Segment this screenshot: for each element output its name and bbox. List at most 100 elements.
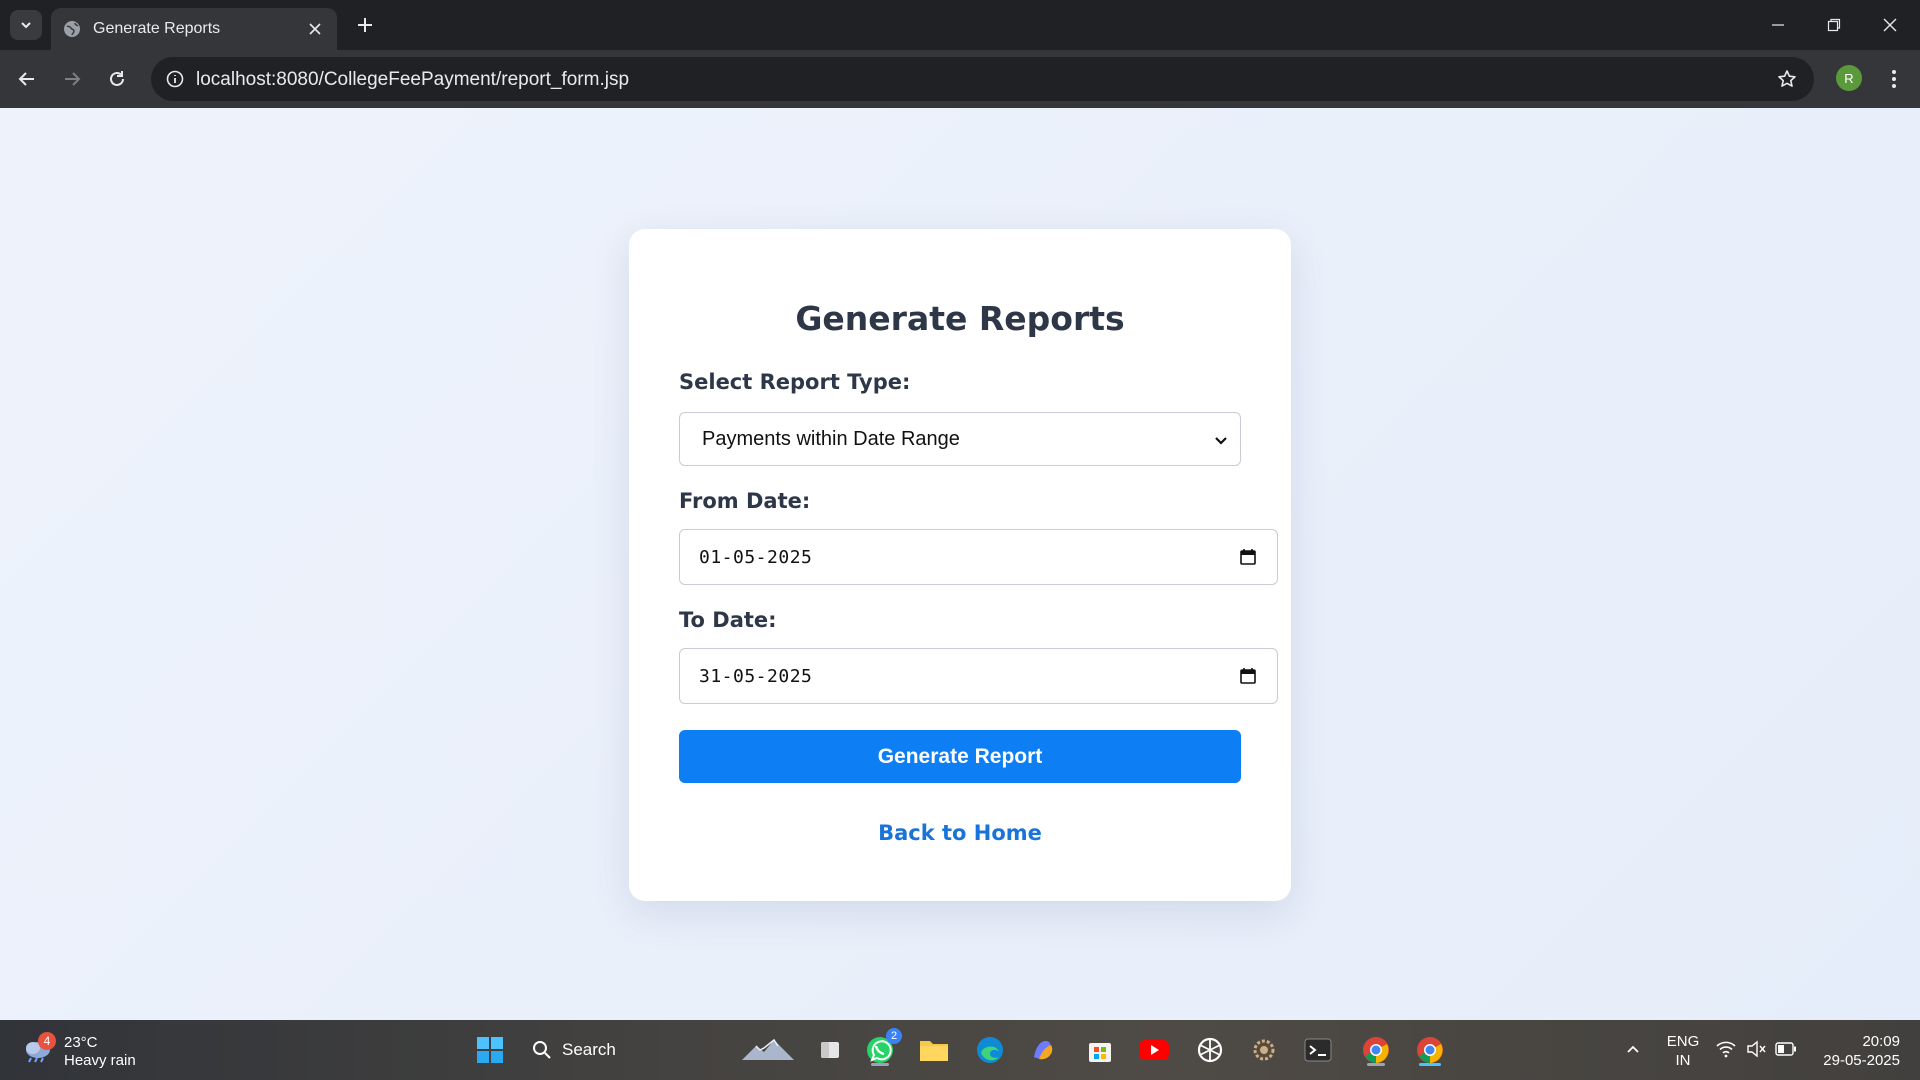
weather-description: Heavy rain bbox=[64, 1052, 136, 1069]
reload-button[interactable] bbox=[98, 60, 136, 98]
browser-menu-button[interactable] bbox=[1880, 64, 1908, 94]
chevron-down-icon bbox=[21, 22, 31, 29]
restore-button[interactable] bbox=[1806, 0, 1862, 50]
weather-widget[interactable]: 4 23°C Heavy rain bbox=[22, 1028, 162, 1072]
copilot-icon bbox=[1034, 1041, 1053, 1060]
tab-title: Generate Reports bbox=[93, 20, 221, 37]
forward-button[interactable] bbox=[53, 60, 91, 98]
chrome-icon bbox=[1417, 1037, 1443, 1063]
browser-tab[interactable]: Generate Reports bbox=[51, 8, 337, 50]
restore-icon bbox=[1827, 18, 1841, 32]
back-to-home-link[interactable]: Back to Home bbox=[629, 821, 1291, 845]
chevron-down-icon bbox=[1215, 437, 1227, 445]
running-indicator bbox=[871, 1063, 889, 1066]
report-form-card: Generate Reports Select Report Type: Pay… bbox=[629, 229, 1291, 901]
arrow-left-icon bbox=[18, 72, 34, 86]
notification-badge: 2 bbox=[886, 1028, 902, 1044]
generate-report-button[interactable]: Generate Report bbox=[679, 730, 1241, 783]
close-window-button[interactable] bbox=[1862, 0, 1918, 50]
reload-icon bbox=[110, 71, 124, 86]
clock-time: 20:09 bbox=[1862, 1033, 1900, 1050]
search-placeholder: Search bbox=[562, 1040, 616, 1059]
clock-date: 29-05-2025 bbox=[1823, 1052, 1900, 1069]
chatgpt-icon bbox=[1197, 1037, 1223, 1063]
url-text[interactable]: localhost:8080/CollegeFeePayment/report_… bbox=[196, 69, 629, 91]
chrome-icon bbox=[1363, 1037, 1389, 1063]
globe-icon bbox=[64, 21, 80, 37]
taskbar-search[interactable]: Search bbox=[532, 1032, 692, 1068]
language-indicator[interactable]: ENG IN bbox=[1663, 1032, 1703, 1070]
from-date-value: 01-05-2025 bbox=[699, 547, 813, 568]
mountain-icon bbox=[742, 1038, 794, 1060]
arrow-right-icon bbox=[65, 72, 81, 86]
address-bar[interactable]: localhost:8080/CollegeFeePayment/report_… bbox=[151, 57, 1814, 101]
active-indicator bbox=[1419, 1063, 1441, 1066]
browser-titlebar: Generate Reports bbox=[0, 0, 1920, 50]
more-vertical-icon bbox=[1892, 70, 1896, 88]
wifi-icon bbox=[1716, 1041, 1736, 1058]
bookmark-button[interactable] bbox=[1774, 66, 1800, 92]
to-date-label: To Date: bbox=[679, 608, 777, 632]
task-view-icon bbox=[821, 1042, 839, 1058]
close-icon bbox=[309, 23, 321, 35]
battery-status[interactable] bbox=[1775, 1038, 1797, 1060]
weather-temperature: 23°C bbox=[64, 1034, 98, 1051]
language-code: ENG bbox=[1666, 1033, 1700, 1050]
page-viewport: Generate Reports Select Report Type: Pay… bbox=[0, 108, 1920, 1020]
system-clock[interactable]: 20:09 29-05-2025 bbox=[1810, 1032, 1900, 1070]
calendar-icon[interactable] bbox=[1239, 548, 1257, 566]
terminal-icon bbox=[1304, 1038, 1332, 1062]
weather-alert-badge: 4 bbox=[38, 1032, 56, 1050]
microsoft-store-app[interactable] bbox=[1082, 1032, 1118, 1068]
close-icon bbox=[1883, 18, 1897, 32]
volume-muted-icon bbox=[1747, 1040, 1766, 1058]
from-date-label: From Date: bbox=[679, 489, 811, 513]
youtube-icon bbox=[1139, 1040, 1169, 1060]
info-icon bbox=[166, 70, 184, 88]
to-date-value: 31-05-2025 bbox=[699, 666, 813, 687]
search-icon bbox=[533, 1041, 551, 1059]
chevron-up-icon bbox=[1627, 1045, 1639, 1053]
gear-icon bbox=[1253, 1039, 1275, 1061]
new-tab-button[interactable] bbox=[350, 10, 380, 40]
wifi-status[interactable] bbox=[1715, 1038, 1737, 1060]
search-highlight-image[interactable] bbox=[738, 1032, 798, 1068]
settings-app[interactable] bbox=[1246, 1032, 1282, 1068]
report-type-value: Payments within Date Range bbox=[702, 428, 960, 450]
back-button[interactable] bbox=[8, 60, 46, 98]
plus-icon bbox=[358, 18, 372, 32]
battery-icon bbox=[1775, 1042, 1796, 1056]
edge-icon bbox=[977, 1037, 1003, 1063]
folder-icon bbox=[920, 1041, 948, 1061]
volume-status[interactable] bbox=[1745, 1038, 1767, 1060]
report-type-select[interactable]: Payments within Date Range bbox=[679, 412, 1241, 466]
browser-toolbar: localhost:8080/CollegeFeePayment/report_… bbox=[0, 50, 1920, 108]
whatsapp-app[interactable]: 2 bbox=[862, 1028, 902, 1068]
file-explorer-app[interactable] bbox=[916, 1032, 952, 1068]
tab-search-button[interactable] bbox=[10, 10, 42, 40]
task-view-button[interactable] bbox=[812, 1032, 848, 1068]
calendar-icon[interactable] bbox=[1239, 667, 1257, 685]
terminal-app[interactable] bbox=[1300, 1032, 1336, 1068]
from-date-input[interactable]: 01-05-2025 bbox=[679, 529, 1278, 585]
profile-avatar[interactable]: R bbox=[1836, 65, 1862, 91]
page-title: Generate Reports bbox=[795, 299, 1125, 338]
youtube-app[interactable] bbox=[1136, 1032, 1172, 1068]
chrome-app-profile-1[interactable] bbox=[1358, 1032, 1394, 1068]
to-date-input[interactable]: 31-05-2025 bbox=[679, 648, 1278, 704]
windows-logo-icon bbox=[477, 1037, 503, 1063]
star-icon bbox=[1778, 70, 1796, 87]
start-button[interactable] bbox=[472, 1032, 508, 1068]
tab-close-button[interactable] bbox=[301, 15, 329, 43]
running-indicator bbox=[1367, 1063, 1385, 1066]
copilot-app[interactable] bbox=[1026, 1032, 1062, 1068]
windows-taskbar: 4 23°C Heavy rain Search 2 ENG IN 20:09 … bbox=[0, 1020, 1920, 1080]
site-info-button[interactable] bbox=[161, 65, 189, 93]
store-icon bbox=[1089, 1043, 1111, 1062]
minimize-icon bbox=[1772, 24, 1784, 26]
edge-app[interactable] bbox=[972, 1032, 1008, 1068]
chrome-app-profile-2[interactable] bbox=[1412, 1032, 1448, 1068]
minimize-button[interactable] bbox=[1750, 0, 1806, 50]
chatgpt-app[interactable] bbox=[1192, 1032, 1228, 1068]
show-hidden-icons-button[interactable] bbox=[1622, 1038, 1644, 1060]
